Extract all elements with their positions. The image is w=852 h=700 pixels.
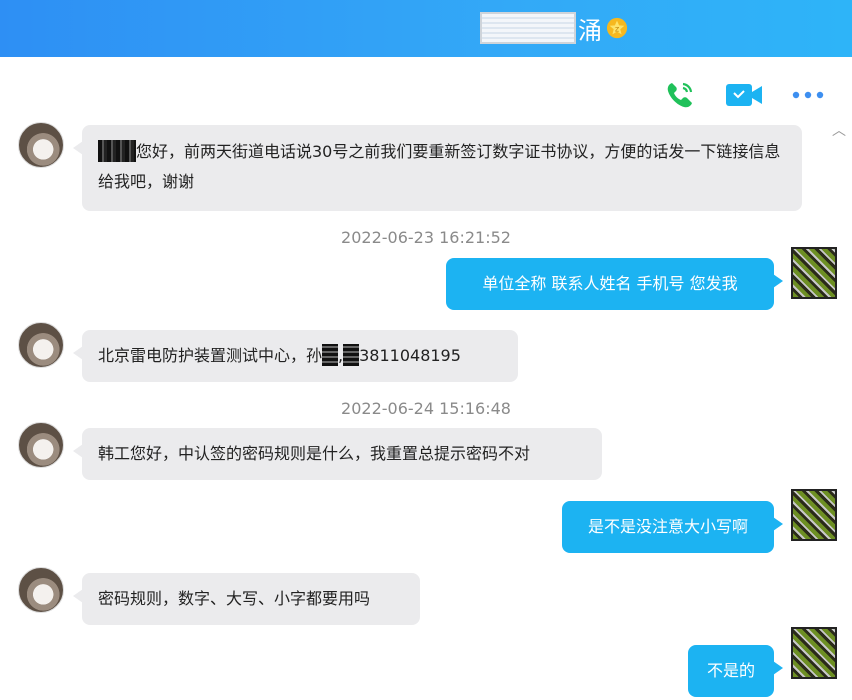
chat-toolbar	[636, 75, 828, 115]
contact-title: 涌 z	[480, 12, 628, 45]
message-bubble-incoming: 韩工您好，中认签的密码规则是什么，我重置总提示密码不对	[73, 428, 602, 480]
message-text: 是不是没注意大小写啊	[587, 517, 748, 536]
avatar[interactable]	[18, 122, 64, 168]
avatar[interactable]	[18, 567, 64, 613]
voice-call-button[interactable]	[660, 75, 700, 115]
more-options-icon	[792, 91, 824, 99]
more-options-button[interactable]	[788, 75, 828, 115]
my-avatar[interactable]	[791, 489, 837, 541]
message-bubble-incoming: 您好，前两天街道电话说30号之前我们要重新签订数字证书协议，方便的话发一下链接信…	[73, 125, 802, 211]
message-text: 密码规则，数字、大写、小字都要用吗	[98, 589, 371, 608]
star-badge-icon: z	[606, 17, 628, 39]
avatar[interactable]	[18, 422, 64, 468]
scroll-up-icon[interactable]: ︿	[832, 120, 846, 140]
message-text: 您好，前两天街道电话说30号之前我们要重新签订数字证书协议，方便的话发一下链接信…	[98, 142, 781, 191]
phone-icon	[667, 82, 693, 108]
contact-name-suffix: 涌	[578, 16, 602, 45]
my-avatar[interactable]	[791, 627, 837, 679]
message-text: 不是的	[706, 661, 755, 680]
avatar[interactable]	[18, 322, 64, 368]
message-timestamp: 2022-06-24 15:16:48	[341, 399, 511, 418]
my-avatar[interactable]	[791, 247, 837, 299]
message-bubble-outgoing: 不是的	[688, 645, 783, 697]
message-text: 单位全称 联系人姓名 手机号 您发我	[482, 274, 738, 293]
video-call-button[interactable]	[724, 75, 764, 115]
svg-text:z: z	[615, 24, 619, 34]
chat-header: 涌 z	[0, 0, 852, 57]
message-bubble-incoming: 北京雷电防护装置测试中心，孙, 3811048195	[73, 330, 518, 382]
message-bubble-outgoing: 是不是没注意大小写啊	[562, 501, 783, 553]
redacted-image	[98, 140, 136, 162]
redacted-name	[480, 12, 576, 44]
redacted-image	[343, 344, 360, 366]
message-timestamp: 2022-06-23 16:21:52	[341, 228, 511, 247]
redacted-image	[322, 344, 339, 366]
message-text: 韩工您好，中认签的密码规则是什么，我重置总提示密码不对	[98, 444, 531, 463]
message-bubble-outgoing: 单位全称 联系人姓名 手机号 您发我	[446, 258, 783, 310]
message-text: 3811048195	[359, 346, 461, 365]
message-bubble-incoming: 密码规则，数字、大写、小字都要用吗	[73, 573, 420, 625]
video-camera-icon	[726, 84, 762, 106]
message-text: 北京雷电防护装置测试中心，孙	[98, 346, 323, 365]
